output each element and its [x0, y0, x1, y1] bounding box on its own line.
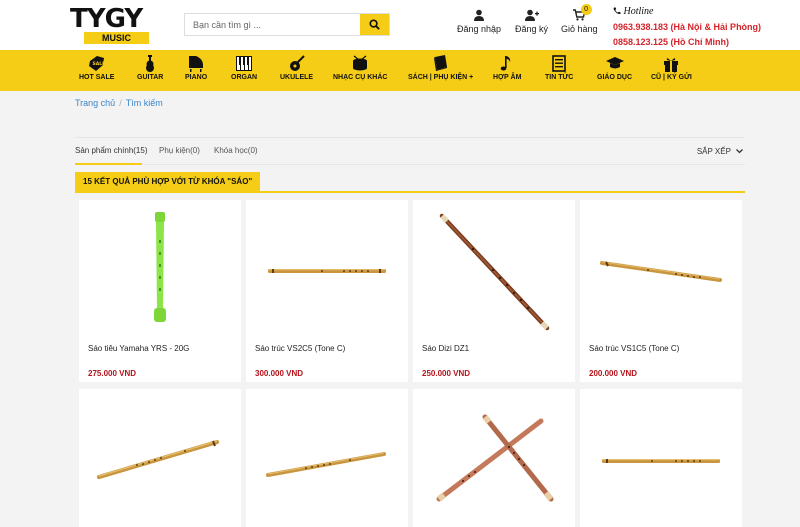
breadcrumb-current[interactable]: Tìm kiếm	[126, 98, 163, 108]
product-card[interactable]	[580, 389, 742, 527]
result-header: 15 KẾT QUẢ PHÙ HỢP VỚI TỪ KHÓA "SÁO"	[75, 172, 745, 193]
product-name[interactable]: Sáo trúc VS2C5 (Tone C)	[255, 344, 345, 353]
product-name[interactable]: Sáo tiêu Yamaha YRS - 20G	[88, 344, 189, 353]
music-note-icon	[500, 56, 511, 71]
bamboo-flute-image	[268, 269, 386, 273]
product-card[interactable]: Sáo trúc VS2C5 (Tone C) 300.000 VND	[246, 200, 408, 382]
crossed-flutes-image	[436, 414, 554, 502]
ukulele-icon	[289, 55, 305, 71]
graduation-cap-icon	[605, 57, 624, 69]
nav-item-other-instruments[interactable]: NHẠC CỤ KHÁC	[333, 55, 387, 81]
search-button[interactable]	[360, 14, 389, 35]
nav-label: SÁCH | PHỤ KIỆN +	[408, 74, 474, 81]
bamboo-flute-image	[266, 452, 386, 477]
phone-icon	[613, 7, 621, 15]
dizi-flute-image	[439, 213, 550, 331]
logo-subtitle: MUSIC	[84, 32, 149, 44]
nav-label: HOT SALE	[79, 74, 115, 81]
logo-wordmark: TYGY	[70, 4, 143, 34]
bamboo-flute-image	[602, 459, 720, 463]
product-card[interactable]	[79, 389, 241, 527]
tab-main-products[interactable]: Sản phẩm chính(15)	[75, 146, 148, 155]
nav-item-hot-sale[interactable]: SALE HOT SALE	[79, 55, 114, 81]
search-box	[184, 13, 390, 36]
nav-item-ukulele[interactable]: UKULELE	[280, 55, 313, 81]
nav-item-books-accessories[interactable]: SÁCH | PHỤ KIỆN +	[408, 55, 473, 81]
news-icon	[552, 55, 566, 72]
cart-link[interactable]: 0 Giỏ hàng	[561, 4, 598, 34]
search-input[interactable]	[185, 14, 361, 35]
breadcrumb-separator: /	[119, 98, 122, 108]
bamboo-flute-image	[600, 261, 722, 282]
nav-label: NHẠC CỤ KHÁC	[333, 74, 388, 81]
result-count-label: 15 KẾT QUẢ PHÙ HỢP VỚI TỪ KHÓA "SÁO"	[75, 172, 261, 191]
guitar-icon	[146, 55, 155, 72]
register-label: Đăng ký	[515, 24, 549, 34]
search-icon	[369, 19, 380, 30]
chevron-down-icon	[736, 149, 743, 154]
nav-item-guitar[interactable]: GUITAR	[137, 55, 163, 81]
hotline-south[interactable]: 0858.123.125 (Hồ Chí Minh)	[613, 37, 761, 47]
product-price: 200.000 VND	[589, 369, 638, 378]
hotline-north[interactable]: 0963.938.183 (Hà Nội & Hải Phòng)	[613, 22, 761, 32]
drum-icon	[353, 55, 368, 71]
nav-item-piano[interactable]: PIANO	[185, 55, 207, 81]
nav-item-news[interactable]: TIN TỨC	[545, 55, 573, 81]
tab-accessories[interactable]: Phụ kiện(0)	[159, 146, 200, 155]
product-card[interactable]: Sáo tiêu Yamaha YRS - 20G 275.000 VND	[79, 200, 241, 382]
nav-label: GUITAR	[137, 74, 164, 81]
logo[interactable]: TYGY MUSIC	[70, 6, 170, 46]
cart-count-badge: 0	[580, 4, 592, 15]
main-nav: SALE HOT SALE GUITAR PIANO ORGAN UKULELE…	[0, 50, 800, 91]
nav-label: HỢP ÂM	[493, 74, 522, 81]
register-link[interactable]: Đăng ký	[515, 9, 548, 34]
nav-label: PIANO	[185, 74, 208, 81]
bamboo-flute-image	[96, 439, 220, 480]
nav-label: GIÁO DỤC	[597, 74, 632, 81]
nav-label: CŨ | KÝ GỬI	[651, 74, 692, 81]
product-price: 250.000 VND	[422, 369, 471, 378]
nav-label: TIN TỨC	[545, 74, 574, 81]
sale-tag-icon: SALE	[88, 56, 105, 71]
book-icon	[433, 55, 447, 71]
divider	[75, 137, 745, 138]
user-icon	[474, 9, 485, 21]
nav-item-used-consignment[interactable]: CŨ | KÝ GỬI	[651, 55, 692, 81]
sort-label: SẮP XẾP	[696, 147, 731, 156]
active-tab-indicator	[75, 163, 142, 165]
cart-label: Giỏ hàng	[561, 24, 598, 34]
sort-dropdown[interactable]: SẮP XẾP	[697, 147, 743, 156]
product-price: 275.000 VND	[88, 369, 137, 378]
login-link[interactable]: Đăng nhập	[457, 9, 501, 34]
product-name[interactable]: Sáo Dizi DZ1	[422, 344, 469, 353]
nav-label: UKULELE	[280, 74, 314, 81]
breadcrumb-home[interactable]: Trang chủ	[75, 98, 115, 108]
nav-item-chords[interactable]: HỢP ÂM	[493, 55, 521, 81]
product-card[interactable]: Sáo Dizi DZ1 250.000 VND	[413, 200, 575, 382]
svg-text:SALE: SALE	[92, 61, 105, 67]
gift-box-icon	[664, 58, 679, 72]
recorder-image	[154, 212, 166, 322]
product-card[interactable]	[413, 389, 575, 527]
product-price: 300.000 VND	[255, 369, 304, 378]
hotline-title-row: Hotline	[613, 6, 761, 17]
tabs-divider	[75, 164, 745, 165]
nav-label: ORGAN	[231, 74, 258, 81]
nav-item-organ[interactable]: ORGAN	[231, 55, 257, 81]
piano-icon	[189, 56, 204, 72]
nav-item-education[interactable]: GIÁO DỤC	[597, 55, 632, 81]
user-plus-icon	[524, 9, 539, 21]
product-card[interactable]	[246, 389, 408, 527]
login-label: Đăng nhập	[457, 24, 502, 34]
hotline: Hotline 0963.938.183 (Hà Nội & Hải Phòng…	[613, 6, 761, 47]
site-header: TYGY MUSIC Đăng nhập Đăng ký 0 Giỏ hàng	[0, 0, 800, 50]
tab-courses[interactable]: Khóa học(0)	[214, 146, 258, 155]
keyboard-icon	[236, 56, 253, 71]
hotline-title: Hotline	[623, 6, 654, 17]
breadcrumb: Trang chủ / Tìm kiếm	[75, 98, 163, 108]
product-card[interactable]: Sáo trúc VS1C5 (Tone C) 200.000 VND	[580, 200, 742, 382]
product-name[interactable]: Sáo trúc VS1C5 (Tone C)	[589, 344, 679, 353]
